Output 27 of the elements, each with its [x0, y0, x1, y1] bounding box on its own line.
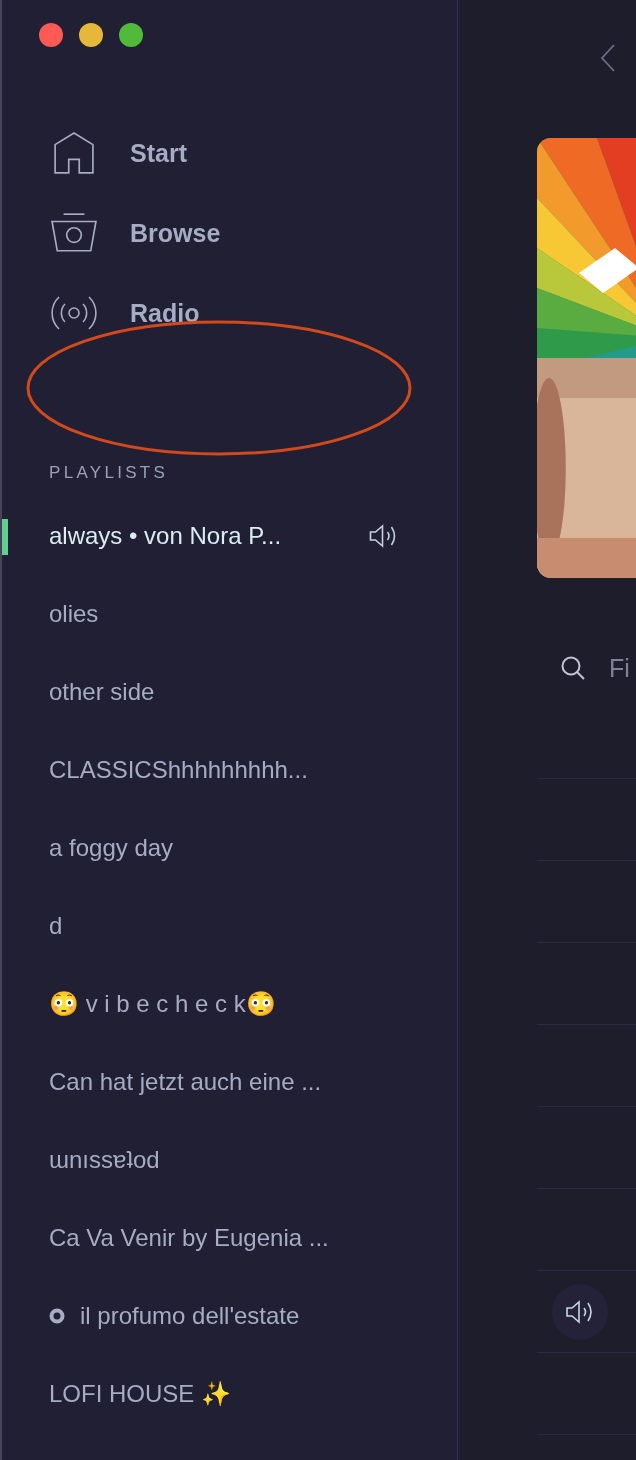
playlist-item[interactable]: a foggy day: [2, 809, 457, 887]
speaker-icon: [565, 1299, 595, 1324]
zoom-button[interactable]: [119, 23, 143, 47]
playlist-item[interactable]: CLASSICShhhhhhhhh...: [2, 731, 457, 809]
section-heading: PLAYLISTS: [49, 463, 170, 483]
nav-item[interactable]: Start: [51, 131, 457, 175]
playlist-item[interactable]: Can hat jetzt auch eine ...: [2, 1043, 457, 1121]
nav-item[interactable]: Radio: [51, 291, 457, 335]
playlist-item[interactable]: always • von Nora P...: [2, 497, 457, 575]
playlist-item[interactable]: ɯnıssɐʇod: [2, 1121, 457, 1199]
playlist-item[interactable]: LOFI HOUSE ✨: [2, 1355, 457, 1433]
playlist-item[interactable]: olies: [2, 575, 457, 653]
bucket-icon: [51, 212, 97, 254]
playlist-item[interactable]: il profumo dell'estate: [2, 1277, 457, 1355]
playlist-item[interactable]: d: [2, 887, 457, 965]
ring-icon: [49, 1308, 65, 1324]
playlist-item[interactable]: 😳 v i b e c h e c k😳: [2, 965, 457, 1043]
back-chevron-icon[interactable]: [600, 43, 616, 73]
minimize-button[interactable]: [79, 23, 103, 47]
search-icon: [560, 655, 586, 681]
playlist-item[interactable]: Ca Va Venir by Eugenia ...: [2, 1199, 457, 1277]
home-icon: [51, 132, 97, 174]
nav-item[interactable]: Browse: [51, 211, 457, 255]
playlist-item[interactable]: other side: [2, 653, 457, 731]
close-button[interactable]: [39, 23, 63, 47]
filter-field[interactable]: Fi: [609, 653, 636, 683]
selection-bar: [2, 519, 8, 555]
